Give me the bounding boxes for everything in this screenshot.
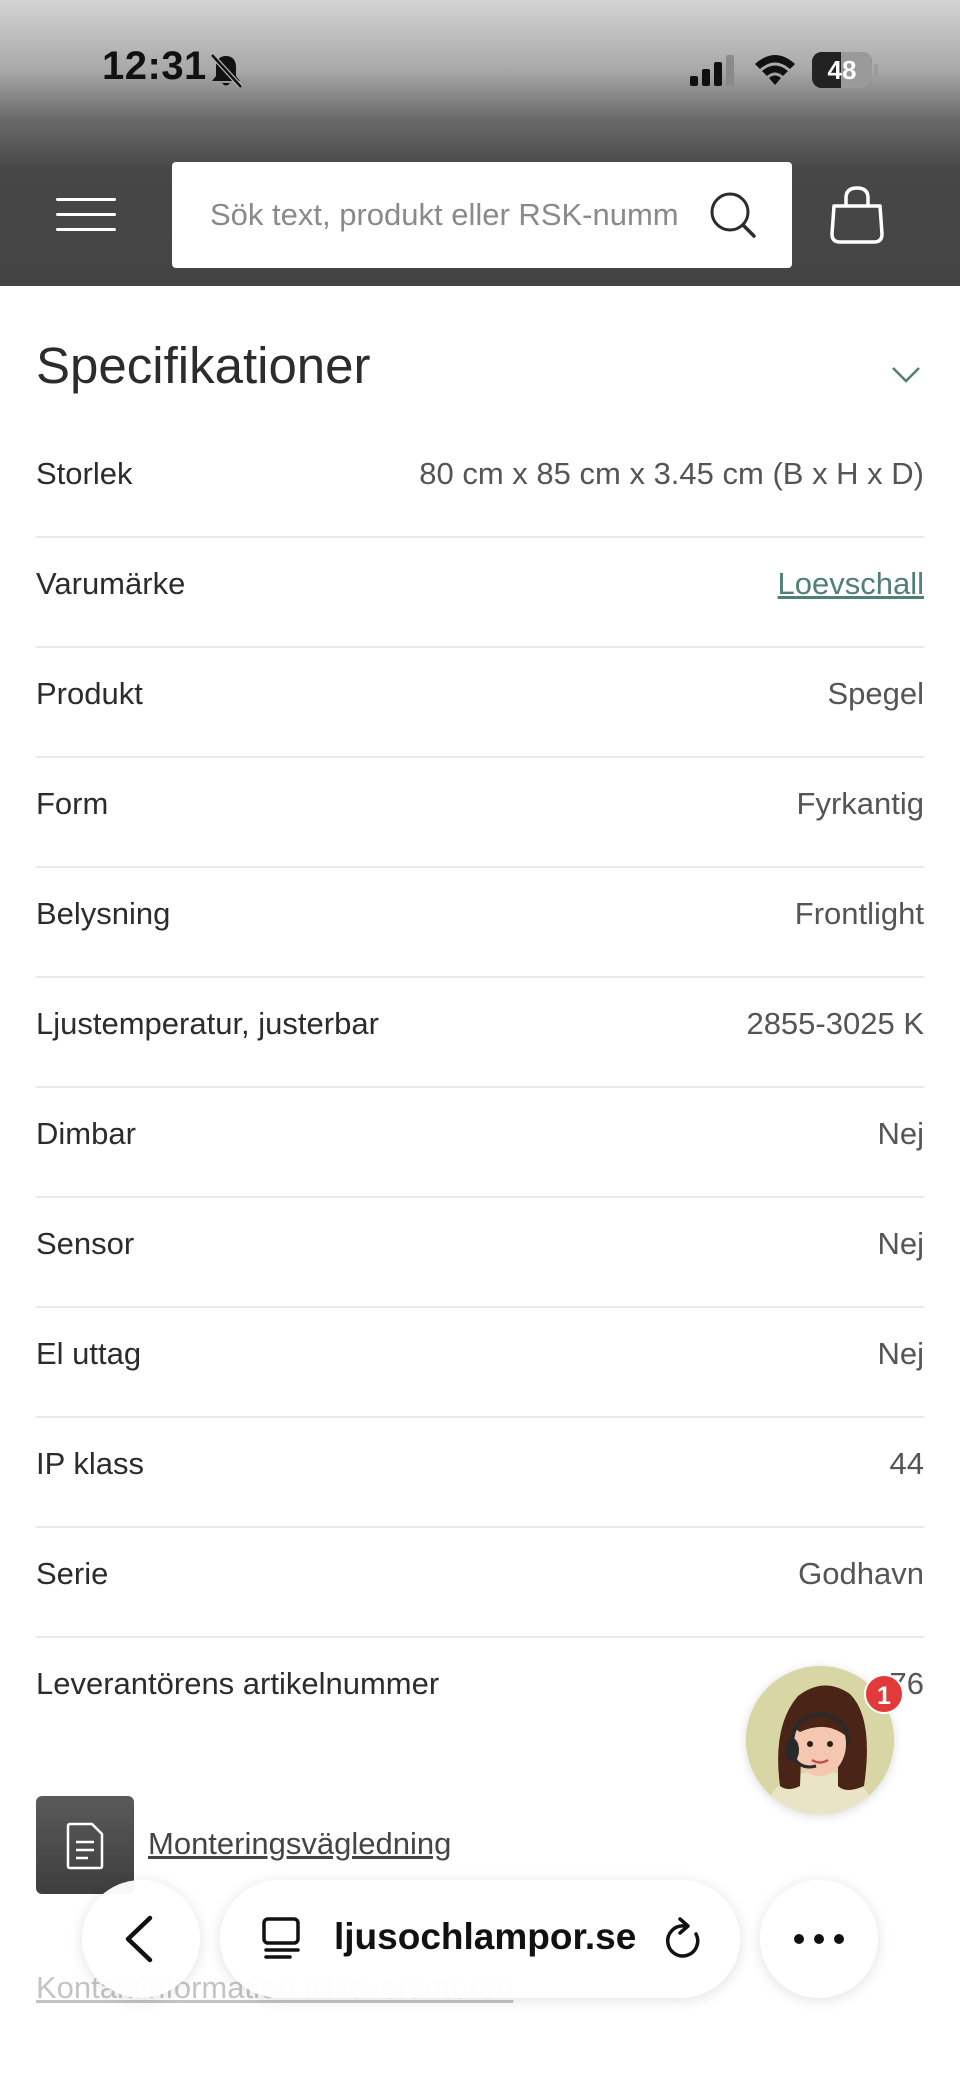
search-icon[interactable] xyxy=(708,190,758,240)
cellular-signal-icon xyxy=(690,55,734,86)
spec-row-ip-klass: IP klass 44 xyxy=(36,1418,924,1528)
chevron-down-icon[interactable] xyxy=(890,364,922,386)
spec-label: Form xyxy=(36,786,109,821)
spec-label: Storlek xyxy=(36,456,133,491)
battery-icon: 48 xyxy=(812,52,878,88)
spec-row-dimbar: Dimbar Nej xyxy=(36,1088,924,1198)
spec-row-belysning: Belysning Frontlight xyxy=(36,868,924,978)
wifi-icon xyxy=(755,55,795,85)
back-chevron-icon xyxy=(125,1915,153,1963)
app-header: 12:31 48 xyxy=(0,0,960,286)
status-time: 12:31 xyxy=(102,44,207,88)
spec-row-form: Form Fyrkantig xyxy=(36,758,924,868)
section-title: Specifikationer xyxy=(36,337,371,394)
spec-row-produkt: Produkt Spegel xyxy=(36,648,924,758)
spec-value: 80 cm x 85 cm x 3.45 cm (B x H x D) xyxy=(419,456,924,491)
browser-back-button[interactable] xyxy=(82,1880,200,1998)
spec-label: Sensor xyxy=(36,1226,135,1261)
spec-label: Belysning xyxy=(36,896,171,931)
spec-value: Nej xyxy=(877,1116,924,1151)
spec-label: Varumärke xyxy=(36,566,186,601)
spec-row-sensor: Sensor Nej xyxy=(36,1198,924,1308)
search-input[interactable] xyxy=(210,162,680,268)
spec-row-varumarke: Varumärke Loevschall xyxy=(36,538,924,648)
spec-row-ljustemperatur: Ljustemperatur, justerbar 2855-3025 K xyxy=(36,978,924,1088)
bell-slash-icon xyxy=(210,53,243,89)
url-text[interactable]: ljusochlampor.se xyxy=(334,1916,636,1958)
spec-label: El uttag xyxy=(36,1336,142,1371)
spec-value: Fyrkantig xyxy=(796,786,924,821)
spec-value: Nej xyxy=(877,1336,924,1371)
spec-row-el-uttag: El uttag Nej xyxy=(36,1308,924,1418)
brand-link[interactable]: Loevschall xyxy=(778,566,924,602)
search-box[interactable] xyxy=(172,162,792,268)
spec-value: Frontlight xyxy=(794,896,924,931)
notification-badge: 1 xyxy=(864,1674,904,1714)
spec-label: Dimbar xyxy=(36,1116,136,1151)
address-bar[interactable]: ljusochlampor.se xyxy=(220,1880,740,1998)
spec-row-serie: Serie Godhavn xyxy=(36,1528,924,1638)
battery-level-text: 48 xyxy=(827,55,857,85)
spec-value: Nej xyxy=(877,1226,924,1261)
spec-label: Serie xyxy=(36,1556,109,1591)
reload-icon[interactable] xyxy=(662,1916,706,1962)
more-icon xyxy=(794,1934,844,1944)
mounting-guide-link[interactable]: Monteringsvägledning xyxy=(148,1826,451,1862)
spec-label: Leverantörens artikelnummer xyxy=(36,1666,440,1701)
menu-icon[interactable] xyxy=(56,198,116,232)
more-options-button[interactable] xyxy=(760,1880,878,1998)
spec-value: Godhavn xyxy=(798,1556,924,1591)
spec-row-storlek: Storlek 80 cm x 85 cm x 3.45 cm (B x H x… xyxy=(36,428,924,538)
tabs-icon[interactable] xyxy=(260,1916,304,1960)
spec-value: Spegel xyxy=(827,676,924,711)
spec-value: 44 xyxy=(889,1446,924,1481)
spec-label: Produkt xyxy=(36,676,143,711)
spec-label: IP klass xyxy=(36,1446,144,1481)
spec-value: 2855-3025 K xyxy=(746,1006,924,1041)
spec-label: Ljustemperatur, justerbar xyxy=(36,1006,379,1041)
shopping-bag-icon[interactable] xyxy=(828,184,886,246)
